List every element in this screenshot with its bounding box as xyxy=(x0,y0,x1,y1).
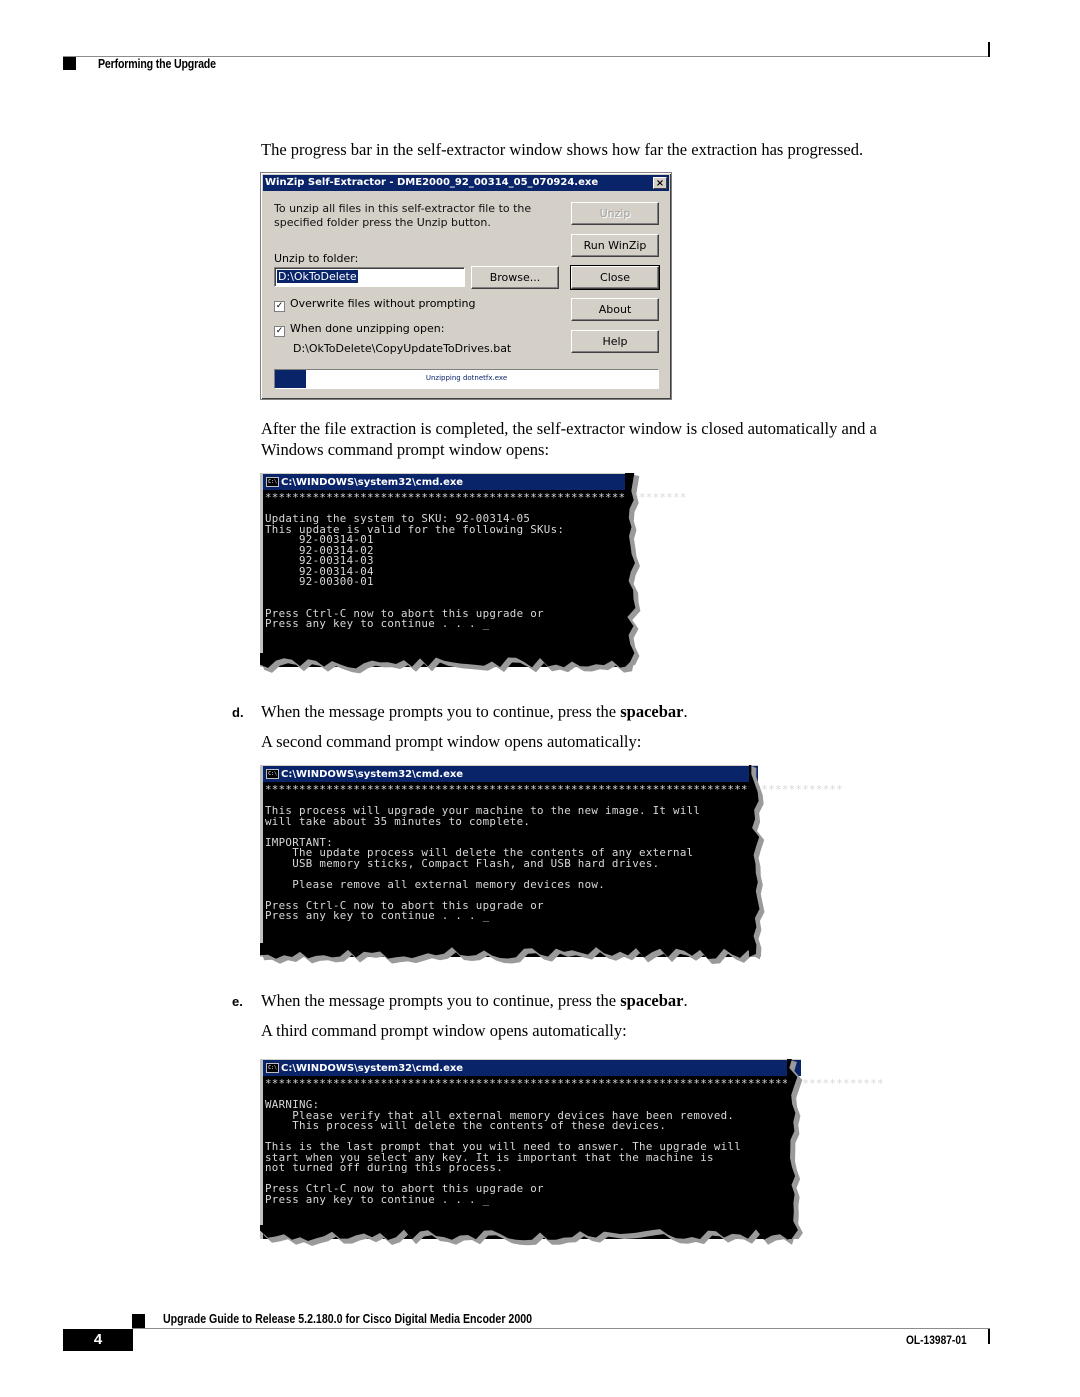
after-extraction-paragraph: After the file extraction is completed, … xyxy=(261,418,877,460)
open-path: D:\OkToDelete\CopyUpdateToDrives.bat xyxy=(293,342,512,355)
paragraph-line: Windows command prompt window opens: xyxy=(261,440,550,459)
cmd-titlebar: C:\ C:\WINDOWS\system32\cmd.exe xyxy=(263,473,633,490)
step-text: When the message prompts you to continue… xyxy=(261,991,621,1010)
footer-tick-mark xyxy=(988,1329,990,1344)
cmd-title: C:\WINDOWS\system32\cmd.exe xyxy=(281,477,464,488)
torn-edge-right xyxy=(749,765,765,957)
paragraph-line: After the file extraction is completed, … xyxy=(261,419,877,438)
unzip-folder-value: D:\OkToDelete xyxy=(277,270,358,283)
instruction-line: specified folder press the Unzip button. xyxy=(274,216,491,229)
help-button[interactable]: Help xyxy=(571,330,659,353)
dialog-title: WinZip Self-Extractor - DME2000_92_00314… xyxy=(265,177,599,188)
close-button[interactable]: Close xyxy=(570,265,660,290)
cmd-icon: C:\ xyxy=(266,477,279,487)
extraction-progress-bar: Unzipping dotnetfx.exe xyxy=(274,369,659,389)
checkbox-check-icon: ✓ xyxy=(274,301,285,312)
step-d-followup: A second command prompt window opens aut… xyxy=(261,732,642,751)
torn-edge-bottom xyxy=(260,943,760,964)
winzip-self-extractor-dialog: WinZip Self-Extractor - DME2000_92_00314… xyxy=(260,172,672,400)
progress-text: Unzipping dotnetfx.exe xyxy=(425,374,508,382)
cmd-titlebar: C:\ C:\WINDOWS\system32\cmd.exe xyxy=(263,1059,801,1076)
step-d-text: When the message prompts you to continue… xyxy=(261,701,688,722)
overwrite-label: Overwrite files without prompting xyxy=(290,297,476,310)
instruction-line: To unzip all files in this self-extracto… xyxy=(274,202,532,215)
cmd-line: ****************************************… xyxy=(265,491,687,504)
run-winzip-button[interactable]: Run WinZip xyxy=(571,234,659,257)
torn-edge-bottom xyxy=(260,1225,798,1246)
torn-edge-right xyxy=(787,1059,803,1239)
cmd-window-2: C:\ C:\WINDOWS\system32\cmd.exe ********… xyxy=(260,765,843,964)
intro-paragraph: The progress bar in the self-extractor w… xyxy=(261,140,864,159)
checkbox-check-icon: ✓ xyxy=(274,326,285,337)
header-tick-mark xyxy=(988,42,990,57)
cmd-titlebar: C:\ C:\WINDOWS\system32\cmd.exe xyxy=(263,765,758,782)
step-e-label: e. xyxy=(232,994,243,1009)
browse-button[interactable]: Browse... xyxy=(471,266,559,289)
step-d-label: d. xyxy=(232,705,244,720)
cmd-line xyxy=(265,588,687,599)
guide-title: Upgrade Guide to Release 5.2.180.0 for C… xyxy=(163,1312,533,1326)
when-done-label: When done unzipping open: xyxy=(290,322,445,335)
unzip-folder-input[interactable]: D:\OkToDelete xyxy=(274,267,465,287)
step-text: . xyxy=(683,991,688,1010)
footer-rule xyxy=(132,1328,990,1329)
about-button[interactable]: About xyxy=(571,298,659,321)
cmd-icon: C:\ xyxy=(266,1063,279,1073)
step-e-followup: A third command prompt window opens auto… xyxy=(261,1021,627,1040)
spacebar-key-name: spacebar xyxy=(620,702,684,721)
cmd-window-1: C:\ C:\WINDOWS\system32\cmd.exe ********… xyxy=(260,473,686,674)
document-number: OL-13987-01 xyxy=(906,1333,967,1347)
torn-edge-bottom xyxy=(260,653,636,674)
dialog-titlebar: WinZip Self-Extractor - DME2000_92_00314… xyxy=(263,175,669,191)
when-done-checkbox[interactable]: ✓ When done unzipping open: xyxy=(274,322,444,337)
step-text: . xyxy=(683,702,688,721)
torn-edge-right xyxy=(625,473,641,667)
dialog-instructions: To unzip all files in this self-extracto… xyxy=(274,202,564,230)
footer-marker-square xyxy=(132,1314,145,1328)
unzip-button[interactable]: Unzip xyxy=(571,202,659,225)
cmd-title: C:\WINDOWS\system32\cmd.exe xyxy=(281,1063,464,1074)
spacebar-key-name: spacebar xyxy=(620,991,684,1010)
header-marker-square xyxy=(63,57,76,70)
close-icon[interactable]: × xyxy=(653,177,667,189)
section-title: Performing the Upgrade xyxy=(98,57,216,71)
step-e-text: When the message prompts you to continue… xyxy=(261,990,688,1011)
cmd-icon: C:\ xyxy=(266,769,279,779)
overwrite-checkbox[interactable]: ✓ Overwrite files without prompting xyxy=(274,297,475,312)
step-text: When the message prompts you to continue… xyxy=(261,702,621,721)
cmd-line: Press any key to continue . . . _ xyxy=(265,617,490,630)
unzip-folder-label: Unzip to folder: xyxy=(274,252,359,265)
cmd-line: 92-00300-01 xyxy=(265,575,374,588)
cmd-window-3: C:\ C:\WINDOWS\system32\cmd.exe ********… xyxy=(260,1059,884,1246)
cmd-output: ****************************************… xyxy=(265,491,687,630)
cmd-title: C:\WINDOWS\system32\cmd.exe xyxy=(281,769,464,780)
page-number: 4 xyxy=(63,1329,133,1351)
